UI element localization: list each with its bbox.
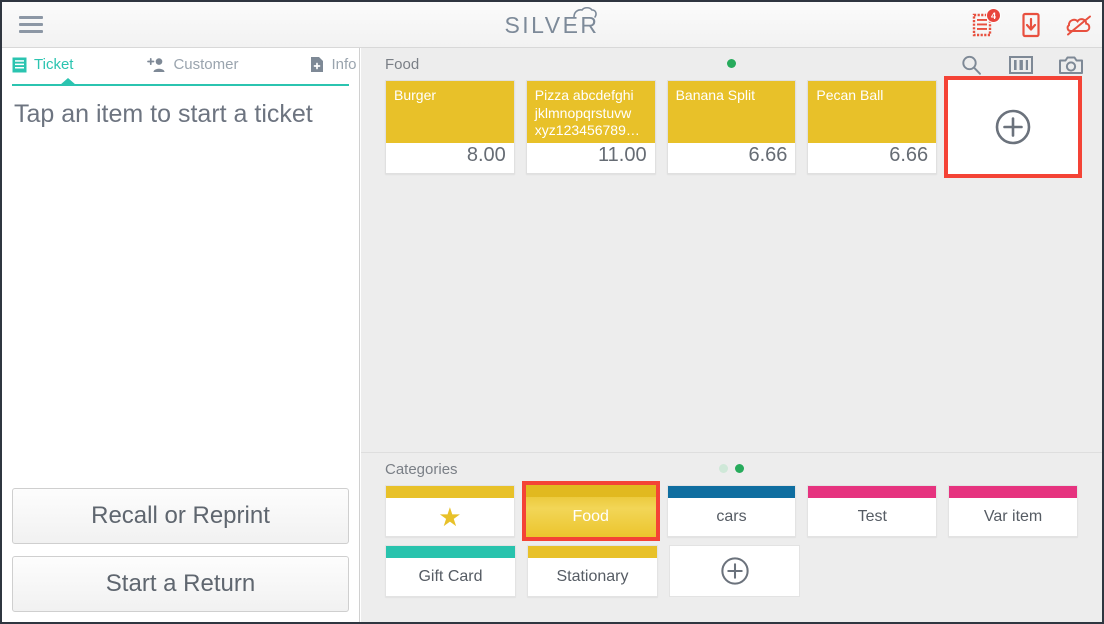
ticket-icon [12, 57, 27, 72]
hamburger-bar [19, 30, 43, 33]
category-color-bar [386, 486, 514, 498]
items-section-header: Food [361, 48, 1102, 80]
category-tile-label: Food [572, 508, 609, 525]
recall-or-reprint-button[interactable]: Recall or Reprint [12, 488, 349, 544]
category-color-bar [949, 486, 1077, 498]
category-tile-label: ★ [386, 498, 514, 536]
top-bar-icon-group: 4 [968, 2, 1094, 48]
item-tile[interactable]: Banana Split 6.66 [666, 80, 797, 174]
item-tile-price: 6.66 [667, 143, 796, 173]
item-tile-name: Pizza abcdefghi jklmnopqrstuvw xyz123456… [526, 81, 655, 143]
category-color-bar [525, 485, 656, 497]
tab-ticket[interactable]: Ticket [12, 56, 73, 79]
category-tile-gift-card[interactable]: Gift Card [385, 545, 516, 597]
add-item-icon [995, 109, 1031, 145]
category-color-bar [528, 546, 657, 558]
category-tile-stationary[interactable]: Stationary [527, 545, 658, 597]
start-a-return-button[interactable]: Start a Return [12, 556, 349, 612]
category-tile-label: cars [716, 508, 747, 525]
page-dot [735, 464, 744, 473]
item-tile-price: 8.00 [386, 143, 514, 173]
hamburger-bar [19, 23, 43, 26]
category-tile-label: Test [857, 508, 887, 525]
categories-page-dots [361, 464, 1102, 473]
hamburger-bar [19, 16, 43, 19]
catalog-panel: Food Burger 8.00 Pizza abcdefghi jklmnop… [361, 48, 1102, 622]
add-category-tile[interactable] [669, 545, 800, 597]
barcode-icon[interactable] [1008, 52, 1034, 78]
item-tile[interactable]: Pecan Ball 6.66 [807, 80, 938, 174]
download-to-device-icon[interactable] [1016, 10, 1046, 40]
item-tile-name: Burger [386, 81, 514, 143]
add-category-icon [720, 557, 749, 585]
tab-info-label: Info [331, 56, 357, 73]
item-tile-name: Pecan Ball [808, 81, 937, 143]
page-dot [719, 464, 728, 473]
info-document-icon [311, 57, 324, 72]
item-tile[interactable]: Burger 8.00 [385, 80, 515, 174]
ticket-panel-tabs: Ticket Customer Info [2, 48, 359, 86]
tab-customer[interactable]: Customer [147, 56, 238, 79]
category-tile-cars[interactable]: cars [666, 485, 797, 537]
category-tile-label: Gift Card [418, 568, 483, 585]
category-color-bar [386, 546, 515, 558]
pos-app-window: SILVER 4 Ticket Customer Info Tap an ite… [0, 0, 1104, 624]
category-color-bar [808, 486, 937, 498]
item-tile-row: Burger 8.00 Pizza abcdefghi jklmnopqrstu… [361, 76, 1102, 178]
tab-ticket-label: Ticket [34, 56, 74, 73]
category-color-bar [667, 486, 796, 498]
cloud-logo-icon [572, 6, 597, 18]
ticket-action-buttons: Recall or Reprint Start a Return [12, 476, 349, 612]
app-logo: SILVER [2, 2, 1102, 48]
item-tile-price: 6.66 [808, 143, 937, 173]
empty-ticket-message: Tap an item to start a ticket [14, 100, 313, 128]
tab-customer-label: Customer [173, 56, 239, 73]
category-tile-food[interactable]: Food [521, 481, 660, 541]
item-tile[interactable]: Pizza abcdefghi jklmnopqrstuvw xyz123456… [525, 80, 656, 174]
item-tile-price: 11.00 [526, 143, 655, 173]
items-toolbar [958, 52, 1084, 78]
items-section-title: Food [385, 55, 420, 73]
items-area: Food Burger 8.00 Pizza abcdefghi jklmnop… [361, 48, 1102, 456]
category-tile-label: Var item [983, 508, 1043, 525]
ticket-panel: Ticket Customer Info Tap an item to star… [2, 48, 360, 622]
category-tile-favorites[interactable]: ★ [385, 485, 515, 537]
item-tile-name: Banana Split [667, 81, 796, 143]
category-row-2: Gift Card Stationary [361, 545, 1102, 597]
categories-section-title: Categories [385, 460, 458, 478]
add-item-tile[interactable] [944, 76, 1082, 178]
hamburger-menu-icon[interactable] [8, 2, 54, 48]
categories-area: Categories ★ Food cars Test Var item Gif… [361, 452, 1102, 622]
category-tile-label: Stationary [556, 568, 629, 585]
search-icon[interactable] [958, 52, 984, 78]
category-row-1: ★ Food cars Test Var item [361, 481, 1102, 541]
cloud-offline-icon[interactable] [1064, 10, 1094, 40]
add-customer-icon [147, 57, 165, 72]
open-tickets-icon[interactable]: 4 [968, 8, 1001, 40]
active-tab-caret [60, 78, 76, 85]
categories-section-header: Categories [361, 453, 1102, 485]
star-icon: ★ [438, 502, 462, 532]
app-top-bar: SILVER 4 [2, 2, 1102, 48]
app-logo-text: SILVER [504, 11, 600, 38]
category-tile-test[interactable]: Test [807, 485, 938, 537]
open-tickets-badge: 4 [986, 8, 1001, 23]
page-dot [727, 59, 736, 68]
camera-icon[interactable] [1058, 52, 1084, 78]
tab-info[interactable]: Info [310, 56, 357, 79]
category-tile-var-item[interactable]: Var item [948, 485, 1078, 537]
